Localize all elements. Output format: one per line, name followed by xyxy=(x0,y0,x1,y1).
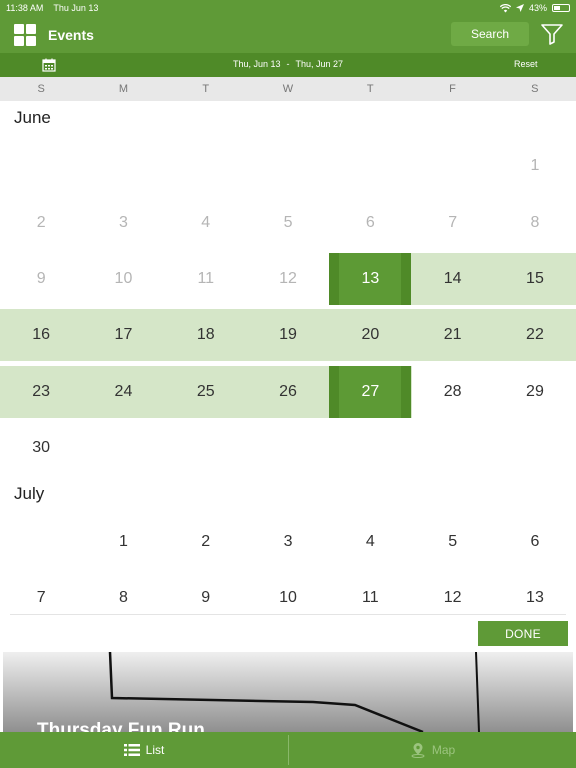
day-cell[interactable]: 2 xyxy=(165,516,247,568)
status-date: Thu Jun 13 xyxy=(53,3,99,13)
date-range-bar: Thu, Jun 13- Thu, Jun 27 Reset xyxy=(0,53,576,77)
weekday-header: S M T W T F S xyxy=(0,77,576,101)
day-cell: 6 xyxy=(365,214,375,231)
weekday-label: S xyxy=(37,83,45,95)
day-cell[interactable]: 3 xyxy=(247,516,329,568)
day-cell[interactable]: 30 xyxy=(0,422,82,474)
weekday-label: F xyxy=(449,83,456,95)
range-start: Thu, Jun 13 xyxy=(232,59,281,69)
range-end: Thu, Jun 27 xyxy=(295,59,344,69)
tab-list[interactable]: List xyxy=(0,732,288,768)
calendar-week: 1 2 3 4 5 6 xyxy=(0,516,576,568)
day-cell-selected[interactable]: 13 xyxy=(329,253,411,305)
weekday-label: W xyxy=(282,83,294,95)
calendar-week: 9 10 11 12 13 14 15 xyxy=(0,253,576,305)
day-cell: 10 xyxy=(114,270,133,287)
day-cell[interactable]: 14 xyxy=(412,253,494,305)
day-cell[interactable]: 17 xyxy=(82,309,164,361)
calendar-week: 30 xyxy=(0,422,576,474)
weekday-label: T xyxy=(366,83,374,95)
day-cell[interactable]: 23 xyxy=(0,366,82,418)
day-cell[interactable]: 18 xyxy=(165,309,247,361)
battery-icon xyxy=(552,4,570,12)
day-cell[interactable]: 28 xyxy=(412,366,494,418)
day-cell[interactable]: 5 xyxy=(412,516,494,568)
day-cell[interactable]: 12 xyxy=(412,572,494,624)
day-cell[interactable]: 22 xyxy=(494,309,576,361)
day-cell[interactable]: 26 xyxy=(247,366,329,418)
day-cell: 9 xyxy=(36,270,46,287)
app-header: Events Search xyxy=(0,16,576,53)
event-card[interactable]: Thursday Fun Run xyxy=(3,652,573,732)
calendar-week: 16 17 18 19 20 21 22 xyxy=(0,309,576,361)
weekday-label: M xyxy=(118,83,128,95)
day-cell[interactable]: 15 xyxy=(494,253,576,305)
day-cell: 8 xyxy=(530,214,540,231)
date-range-text: Thu, Jun 13- Thu, Jun 27 xyxy=(0,59,576,69)
map-pin-icon xyxy=(411,743,425,758)
day-cell[interactable]: 13 xyxy=(494,572,576,624)
day-cell: 4 xyxy=(201,214,211,231)
day-cell[interactable]: 24 xyxy=(82,366,164,418)
month-label-july: July xyxy=(14,484,45,503)
day-cell[interactable]: 25 xyxy=(165,366,247,418)
event-title: Thursday Fun Run xyxy=(37,720,205,732)
filter-icon[interactable] xyxy=(540,23,564,45)
day-cell: 3 xyxy=(118,214,128,231)
day-cell-selected[interactable]: 27 xyxy=(329,366,411,418)
calendar-week: 2 3 4 5 6 7 8 xyxy=(0,197,576,249)
day-cell[interactable]: 21 xyxy=(412,309,494,361)
day-cell: 7 xyxy=(448,214,458,231)
day-cell: 1 xyxy=(530,157,540,174)
search-button[interactable]: Search xyxy=(451,22,529,46)
range-separator: - xyxy=(286,59,290,69)
status-time: 11:38 AM xyxy=(6,3,44,13)
wifi-icon xyxy=(499,3,511,12)
location-arrow-icon xyxy=(515,4,524,12)
calendar-divider xyxy=(10,614,566,615)
day-cell[interactable]: 9 xyxy=(165,572,247,624)
calendar-week: 23 24 25 26 27 28 29 xyxy=(0,366,576,418)
day-cell[interactable]: 29 xyxy=(494,366,576,418)
day-cell[interactable]: 1 xyxy=(82,516,164,568)
tab-map-label: Map xyxy=(431,743,456,757)
day-cell: 5 xyxy=(283,214,293,231)
day-cell[interactable]: 10 xyxy=(247,572,329,624)
status-right: 43% xyxy=(499,3,570,13)
day-cell[interactable]: 19 xyxy=(247,309,329,361)
reset-button[interactable]: Reset xyxy=(514,59,538,69)
day-cell: 2 xyxy=(36,214,46,231)
list-icon xyxy=(123,744,140,756)
day-cell[interactable]: 20 xyxy=(329,309,411,361)
status-bar: 11:38 AM Thu Jun 13 43% xyxy=(0,0,576,16)
day-cell: 12 xyxy=(279,270,297,287)
done-button[interactable]: DONE xyxy=(478,621,568,646)
month-label-june: June xyxy=(14,108,51,127)
apps-grid-icon[interactable] xyxy=(14,23,36,46)
day-cell[interactable]: 8 xyxy=(82,572,164,624)
tab-list-label: List xyxy=(145,743,165,757)
battery-percent: 43% xyxy=(528,3,547,13)
day-cell[interactable]: 6 xyxy=(494,516,576,568)
page-title: Events xyxy=(48,26,94,43)
day-cell: 11 xyxy=(197,270,215,287)
bottom-tab-bar: List Map xyxy=(0,732,576,768)
day-cell[interactable]: 16 xyxy=(0,309,82,361)
calendar-week: 7 8 9 10 11 12 13 xyxy=(0,572,576,624)
calendar-week: 1 xyxy=(0,140,576,192)
day-cell[interactable]: 11 xyxy=(329,572,411,624)
tab-map[interactable]: Map xyxy=(289,732,576,768)
weekday-label: T xyxy=(202,83,210,95)
weekday-label: S xyxy=(531,83,539,95)
day-cell[interactable]: 4 xyxy=(329,516,411,568)
day-cell[interactable]: 7 xyxy=(0,572,82,624)
